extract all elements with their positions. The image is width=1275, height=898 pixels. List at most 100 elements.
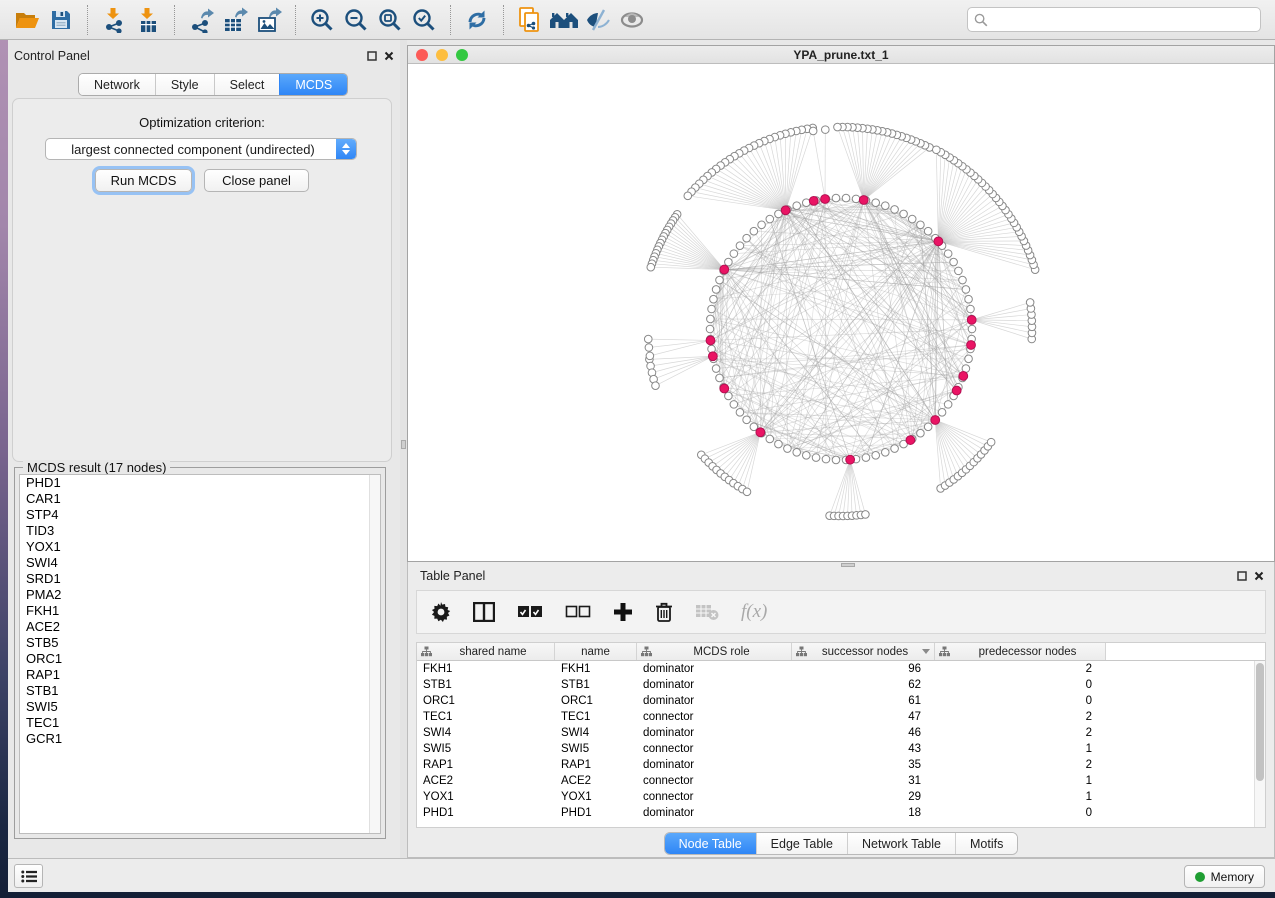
table-row-orc1[interactable]: ORC1ORC1dominator610 — [417, 693, 1265, 709]
table-row-yox1[interactable]: YOX1YOX1connector291 — [417, 789, 1265, 805]
memory-button[interactable]: Memory — [1184, 865, 1265, 888]
cell-successor-nodes[interactable]: 43 — [792, 741, 935, 757]
table-row-fkh1[interactable]: FKH1FKH1dominator962 — [417, 661, 1265, 677]
mcds-hub-node[interactable] — [959, 372, 968, 381]
delete-row-button[interactable] — [655, 602, 673, 623]
cell-name[interactable]: TEC1 — [555, 709, 637, 725]
mcds-hub-node[interactable] — [706, 336, 715, 345]
zoom-in-button[interactable] — [305, 4, 339, 36]
result-node-yox1[interactable]: YOX1 — [20, 539, 380, 555]
import-table-button[interactable] — [131, 4, 165, 36]
column-header-name[interactable]: name — [555, 643, 637, 660]
cell-shared-name[interactable]: STB1 — [417, 677, 555, 693]
cell-name[interactable]: SWI4 — [555, 725, 637, 741]
mcds-hub-node[interactable] — [934, 237, 943, 246]
save-session-button[interactable] — [44, 4, 78, 36]
deselect-all-button[interactable] — [565, 605, 591, 619]
cell-mcds-role[interactable]: dominator — [637, 805, 792, 821]
optimization-criterion-select[interactable]: largest connected component (undirected) — [45, 138, 357, 160]
cell-mcds-role[interactable]: connector — [637, 789, 792, 805]
mcds-hub-node[interactable] — [952, 386, 961, 395]
cell-shared-name[interactable]: SWI5 — [417, 741, 555, 757]
export-image-button[interactable] — [252, 4, 286, 36]
splitter-handle[interactable] — [401, 440, 406, 449]
cell-successor-nodes[interactable]: 29 — [792, 789, 935, 805]
tab-motifs[interactable]: Motifs — [955, 833, 1017, 854]
cell-name[interactable]: STB1 — [555, 677, 637, 693]
mcds-result-list[interactable]: PHD1CAR1STP4TID3YOX1SWI4SRD1PMA2FKH1ACE2… — [19, 474, 381, 834]
table-row-ace2[interactable]: ACE2ACE2connector311 — [417, 773, 1265, 789]
cell-shared-name[interactable]: ACE2 — [417, 773, 555, 789]
task-history-button[interactable] — [14, 864, 43, 888]
vertical-splitter[interactable] — [400, 40, 407, 858]
cell-shared-name[interactable]: FKH1 — [417, 661, 555, 677]
cell-shared-name[interactable]: SWI4 — [417, 725, 555, 741]
result-node-tec1[interactable]: TEC1 — [20, 715, 380, 731]
float-panel-icon[interactable] — [367, 51, 377, 61]
tab-node-table[interactable]: Node Table — [665, 833, 756, 854]
close-panel-button[interactable]: Close panel — [204, 169, 309, 192]
column-header-shared-name[interactable]: shared name — [417, 643, 555, 660]
tab-edge-table[interactable]: Edge Table — [756, 833, 847, 854]
close-panel-icon[interactable] — [384, 51, 394, 61]
table-row-swi5[interactable]: SWI5SWI5connector431 — [417, 741, 1265, 757]
cell-predecessor-nodes[interactable]: 1 — [935, 773, 1106, 789]
float-panel-icon[interactable] — [1237, 571, 1247, 581]
result-node-orc1[interactable]: ORC1 — [20, 651, 380, 667]
tab-mcds[interactable]: MCDS — [279, 74, 347, 95]
result-node-fkh1[interactable]: FKH1 — [20, 603, 380, 619]
mcds-hub-node[interactable] — [859, 196, 868, 205]
mcds-hub-node[interactable] — [708, 352, 717, 361]
cell-mcds-role[interactable]: dominator — [637, 757, 792, 773]
mcds-hub-node[interactable] — [931, 416, 940, 425]
result-node-phd1[interactable]: PHD1 — [20, 475, 380, 491]
cell-name[interactable]: FKH1 — [555, 661, 637, 677]
mcds-hub-node[interactable] — [720, 265, 729, 274]
minimize-window-icon[interactable] — [436, 49, 448, 61]
cell-predecessor-nodes[interactable]: 2 — [935, 725, 1106, 741]
tab-network-table[interactable]: Network Table — [847, 833, 955, 854]
cell-predecessor-nodes[interactable]: 2 — [935, 709, 1106, 725]
close-panel-icon[interactable] — [1254, 571, 1264, 581]
cell-shared-name[interactable]: YOX1 — [417, 789, 555, 805]
cell-successor-nodes[interactable]: 62 — [792, 677, 935, 693]
close-window-icon[interactable] — [416, 49, 428, 61]
cell-name[interactable]: RAP1 — [555, 757, 637, 773]
cell-name[interactable]: ORC1 — [555, 693, 637, 709]
mcds-hub-node[interactable] — [846, 455, 855, 464]
result-node-stb5[interactable]: STB5 — [20, 635, 380, 651]
cell-name[interactable]: YOX1 — [555, 789, 637, 805]
cell-shared-name[interactable]: ORC1 — [417, 693, 555, 709]
sort-caret-icon[interactable] — [922, 649, 930, 654]
result-node-swi4[interactable]: SWI4 — [20, 555, 380, 571]
cell-mcds-role[interactable]: dominator — [637, 661, 792, 677]
table-scrollbar-thumb[interactable] — [1256, 663, 1264, 781]
cell-successor-nodes[interactable]: 18 — [792, 805, 935, 821]
cell-predecessor-nodes[interactable]: 0 — [935, 805, 1106, 821]
cell-successor-nodes[interactable]: 96 — [792, 661, 935, 677]
zoom-fit-button[interactable] — [373, 4, 407, 36]
table-row-stb1[interactable]: STB1STB1dominator620 — [417, 677, 1265, 693]
mcds-hub-node[interactable] — [720, 384, 729, 393]
result-node-swi5[interactable]: SWI5 — [20, 699, 380, 715]
show-graphics-details-button[interactable] — [615, 4, 649, 36]
cell-predecessor-nodes[interactable]: 2 — [935, 757, 1106, 773]
cell-predecessor-nodes[interactable]: 0 — [935, 693, 1106, 709]
table-scrollbar[interactable] — [1254, 661, 1265, 827]
table-row-phd1[interactable]: PHD1PHD1dominator180 — [417, 805, 1265, 821]
mcds-hub-node[interactable] — [809, 196, 818, 205]
cell-successor-nodes[interactable]: 46 — [792, 725, 935, 741]
column-header-mcds-role[interactable]: MCDS role — [637, 643, 792, 660]
mcds-hub-node[interactable] — [756, 428, 765, 437]
result-node-tid3[interactable]: TID3 — [20, 523, 380, 539]
cell-shared-name[interactable]: TEC1 — [417, 709, 555, 725]
cell-name[interactable]: SWI5 — [555, 741, 637, 757]
table-row-rap1[interactable]: RAP1RAP1dominator352 — [417, 757, 1265, 773]
run-mcds-button[interactable]: Run MCDS — [95, 169, 192, 192]
result-node-stp4[interactable]: STP4 — [20, 507, 380, 523]
network-graph[interactable] — [408, 64, 1274, 561]
tab-style[interactable]: Style — [155, 74, 214, 95]
home-overview-button[interactable] — [547, 4, 581, 36]
refresh-button[interactable] — [460, 4, 494, 36]
open-file-button[interactable] — [10, 4, 44, 36]
